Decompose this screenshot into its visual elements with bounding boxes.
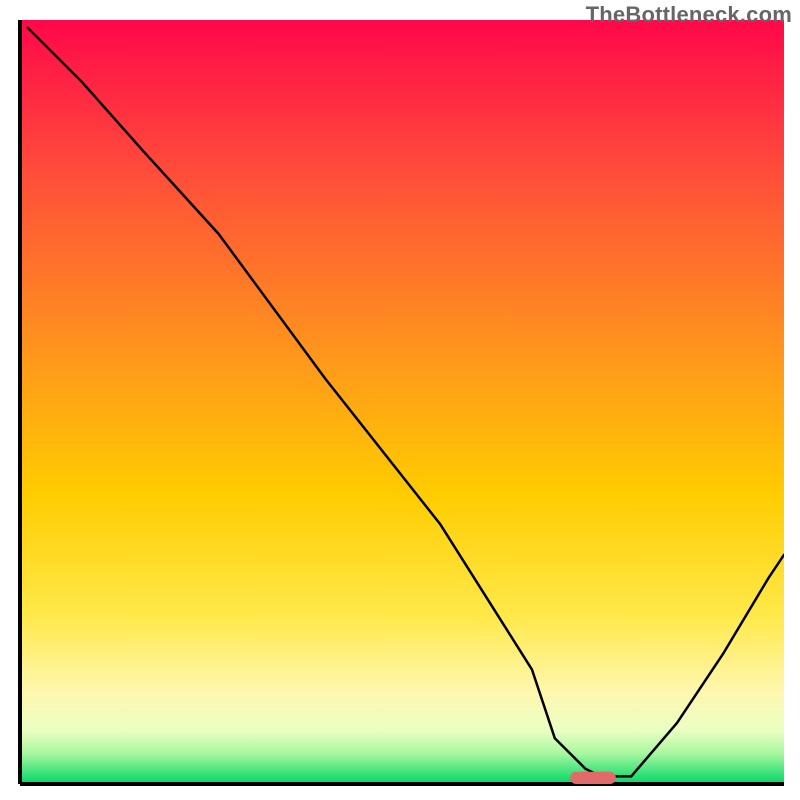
optimal-marker — [570, 772, 616, 784]
chart-frame: TheBottleneck.com — [0, 0, 800, 800]
plot-background — [20, 20, 784, 784]
watermark-text: TheBottleneck.com — [586, 2, 792, 28]
chart-canvas — [0, 0, 800, 800]
